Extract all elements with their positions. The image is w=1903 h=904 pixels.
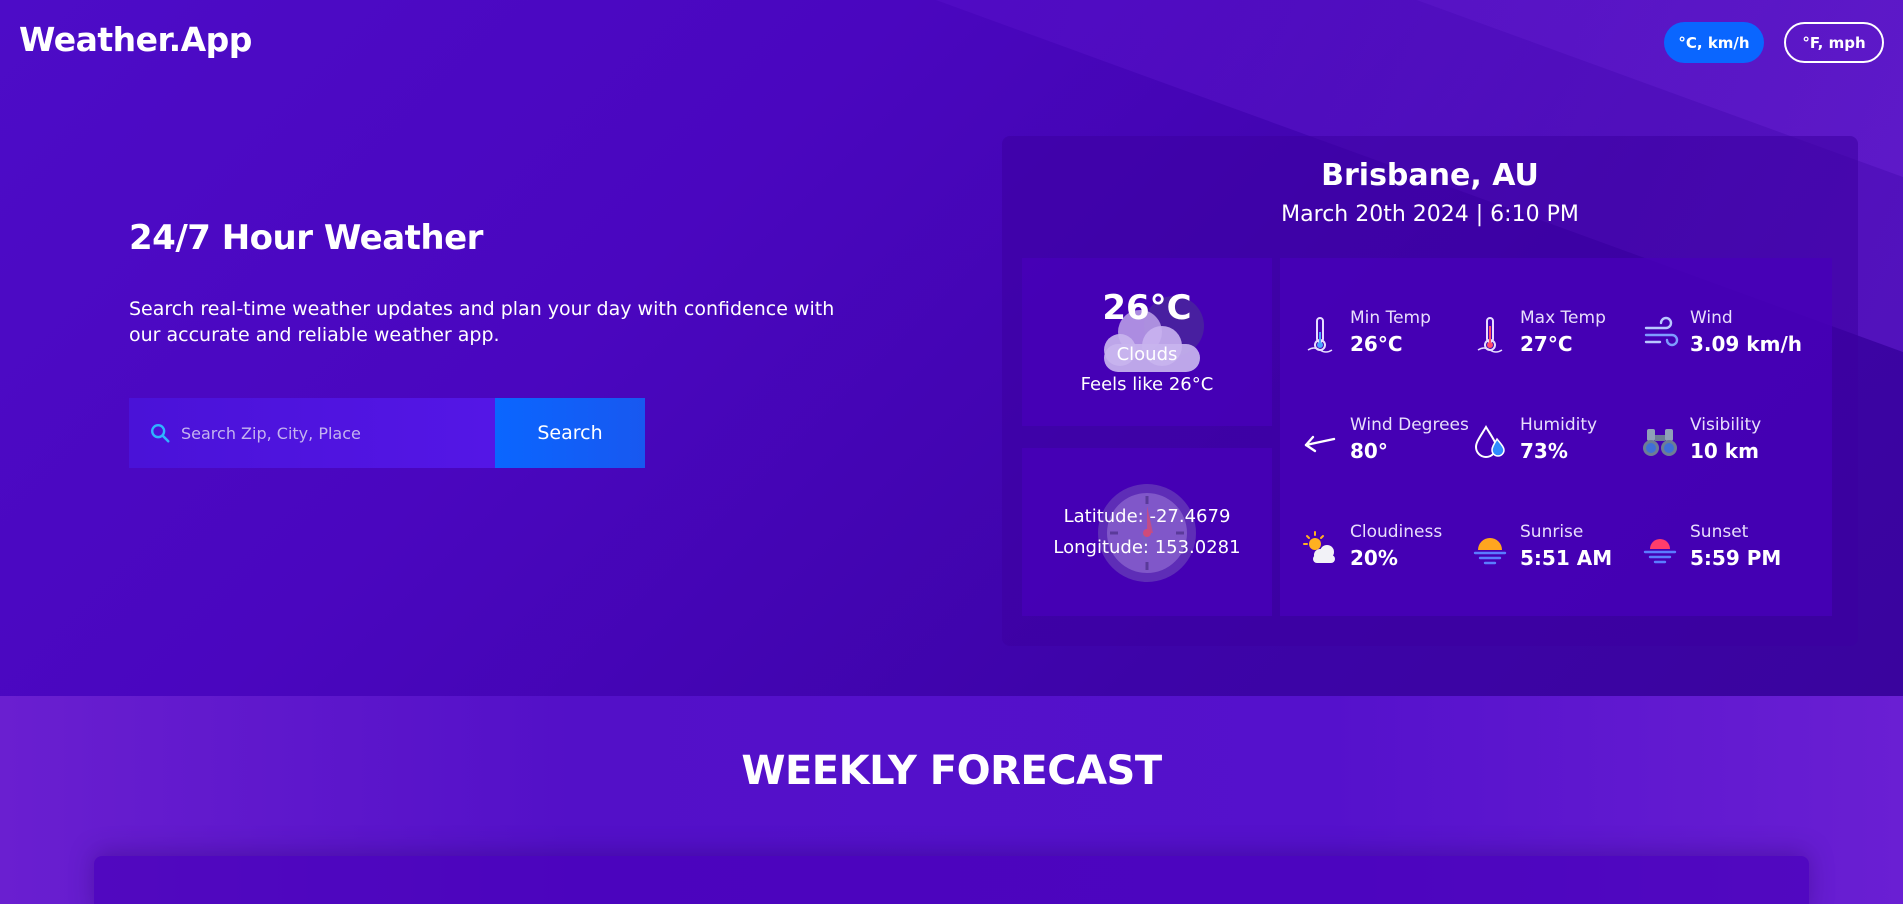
stat-label: Wind (1690, 308, 1733, 328)
thermometer-high-icon (1477, 317, 1503, 353)
stat-label: Max Temp (1520, 308, 1606, 328)
stat-value: 5:51 AM (1520, 546, 1613, 570)
stat-value: 27°C (1520, 332, 1573, 356)
stat-wind-degrees: Wind Degrees 80° (1300, 405, 1470, 475)
stat-humidity: Humidity 73% (1470, 405, 1640, 475)
sunrise-icon (1473, 538, 1507, 565)
city-name: Brisbane, AU (1321, 158, 1539, 193)
app-logo[interactable]: Weather.App (19, 20, 252, 59)
current-weather-panel: Brisbane, AU March 20th 2024 | 6:10 PM 2… (1002, 136, 1858, 646)
hero-section: Weather.App °C, km/h °F, mph 24/7 Hour W… (0, 0, 1903, 696)
stat-label: Cloudiness (1350, 522, 1443, 542)
stat-value: 3.09 km/h (1690, 332, 1802, 356)
partly-cloudy-icon (1303, 531, 1335, 563)
current-temperature: 26°C (1102, 288, 1192, 328)
stat-label: Humidity (1520, 415, 1598, 435)
stat-value: 20% (1350, 546, 1398, 570)
weekly-forecast-section: WEEKLY FORECAST (0, 696, 1903, 904)
search-box[interactable] (129, 398, 495, 468)
temperature-card: 26°C Clouds Feels like 26°C (1022, 258, 1272, 426)
hero-title: 24/7 Hour Weather (129, 218, 483, 258)
weekly-forecast-panel (94, 856, 1809, 904)
feels-like: Feels like 26°C (1080, 374, 1214, 395)
stat-visibility: Visibility 10 km (1640, 405, 1810, 475)
stat-label: Min Temp (1350, 308, 1431, 328)
stat-value: 26°C (1350, 332, 1403, 356)
stat-wind: Wind 3.09 km/h (1640, 298, 1810, 368)
thermometer-low-icon (1307, 317, 1333, 353)
stat-value: 10 km (1690, 439, 1759, 463)
stat-sunset: Sunset 5:59 PM (1640, 512, 1810, 582)
wind-icon (1644, 316, 1679, 347)
location-card: Latitude: -27.4679 Longitude: 153.0281 (1022, 448, 1272, 616)
stat-min-temp: Min Temp 26°C (1300, 298, 1470, 368)
search-icon (151, 424, 170, 443)
compass-icon (1098, 484, 1196, 582)
longitude: Longitude: 153.0281 (1053, 537, 1241, 558)
stat-max-temp: Max Temp 27°C (1470, 298, 1640, 368)
sunset-icon (1643, 539, 1677, 564)
weekly-forecast-title: WEEKLY FORECAST (741, 748, 1162, 794)
stat-sunrise: Sunrise 5:51 AM (1470, 512, 1640, 582)
stat-value: 5:59 PM (1690, 546, 1782, 570)
imperial-units-button[interactable]: °F, mph (1784, 22, 1884, 63)
humidity-drop-icon (1474, 425, 1505, 458)
latitude: Latitude: -27.4679 (1063, 506, 1231, 527)
stat-value: 73% (1520, 439, 1568, 463)
stat-label: Sunrise (1520, 522, 1584, 542)
weather-condition: Clouds (1116, 344, 1178, 365)
stat-label: Visibility (1690, 415, 1762, 435)
hero-description: Search real-time weather updates and pla… (129, 298, 835, 346)
metric-units-button[interactable]: °C, km/h (1664, 22, 1764, 63)
search-input[interactable] (181, 413, 481, 453)
wind-direction-arrow-icon (1304, 435, 1336, 453)
weather-stats-grid: Min Temp 26°C Max Temp 27°C Wind 3.09 km… (1280, 258, 1832, 616)
search-button[interactable]: Search (495, 398, 645, 468)
stat-label: Sunset (1690, 522, 1749, 542)
current-datetime: March 20th 2024 | 6:10 PM (1281, 202, 1579, 227)
stat-value: 80° (1350, 439, 1388, 463)
binoculars-icon (1643, 429, 1677, 456)
stat-label: Wind Degrees (1350, 415, 1469, 435)
stat-cloudiness: Cloudiness 20% (1300, 512, 1470, 582)
